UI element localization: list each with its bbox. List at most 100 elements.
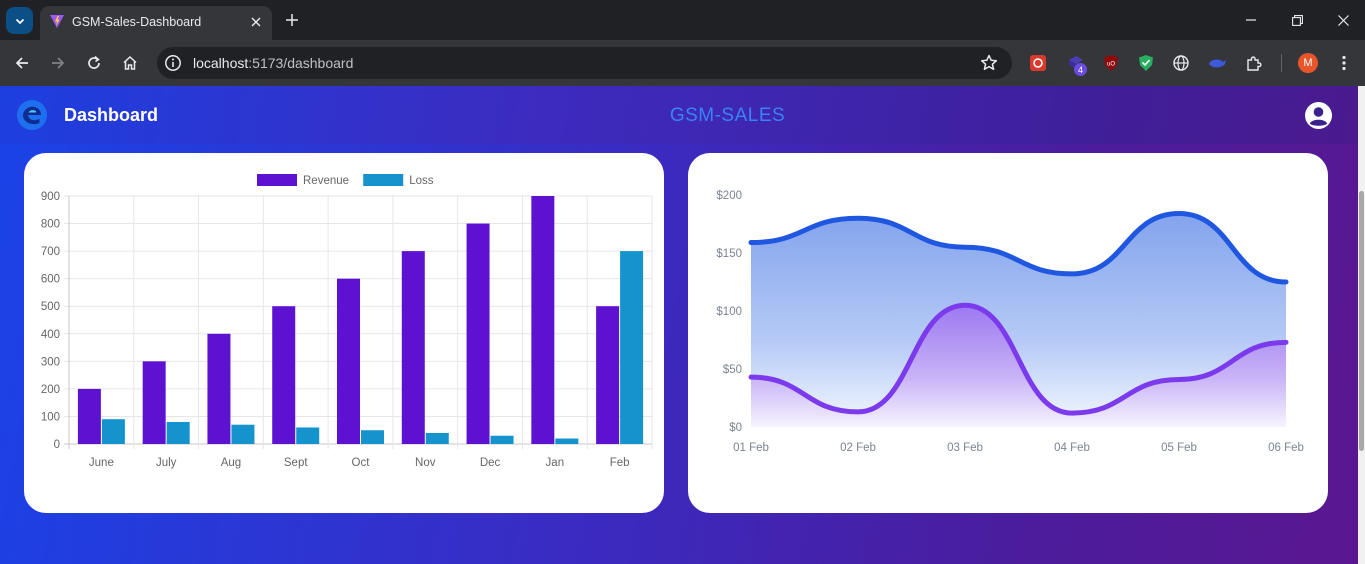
profile-avatar[interactable]: M	[1298, 53, 1318, 73]
bar-revenue	[466, 223, 490, 444]
forward-button[interactable]	[46, 51, 70, 75]
minimize-window-button[interactable]	[1238, 8, 1264, 32]
bar-revenue	[142, 361, 166, 444]
shield-icon[interactable]	[1136, 53, 1156, 73]
browser-tab[interactable]: GSM-Sales-Dashboard	[40, 6, 272, 40]
restore-window-button[interactable]	[1284, 8, 1310, 32]
x-tick-label: 01 Feb	[733, 442, 769, 454]
url-text[interactable]: localhost:5173/dashboard	[193, 55, 353, 71]
x-tick-label: Aug	[221, 457, 241, 469]
extensions-puzzle-icon[interactable]	[1244, 53, 1264, 73]
y-tick-label: 500	[41, 301, 60, 313]
y-tick-label: 400	[41, 329, 60, 341]
x-tick-label: 04 Feb	[1054, 442, 1090, 454]
bar-revenue	[337, 278, 360, 444]
globe-icon[interactable]	[1171, 53, 1191, 73]
y-tick-label: 600	[41, 274, 60, 286]
tab-title: GSM-Sales-Dashboard	[72, 15, 202, 29]
sales-area-chart: $0 $50 $100 $150 $200 01 Feb 02 Feb 03 Feb 04 Fe…	[716, 190, 1304, 454]
close-tab-icon[interactable]	[246, 12, 266, 32]
browser-menu-icon[interactable]	[1336, 53, 1352, 73]
bar-revenue	[531, 196, 555, 444]
info-icon[interactable]	[164, 54, 182, 72]
x-tick-label: July	[156, 457, 177, 469]
x-tick-label: June	[89, 457, 114, 469]
reload-button[interactable]	[82, 51, 106, 75]
x-tick-label: Jan	[546, 457, 565, 469]
scrollbar-thumb[interactable]	[1359, 191, 1364, 451]
back-button[interactable]	[10, 51, 34, 75]
home-icon	[123, 55, 137, 70]
bookmark-star-icon[interactable]	[979, 53, 999, 73]
legend-label-revenue: Revenue	[303, 175, 349, 187]
bar-chart-card: 0 100 200 300 400 500 600 700 800 900 June July Aug S…	[24, 153, 664, 513]
y-tick-label: 800	[41, 219, 60, 231]
x-tick-label: 06 Feb	[1268, 442, 1304, 454]
bar-loss	[620, 251, 644, 444]
close-window-button[interactable]	[1330, 8, 1356, 32]
toolbar-separator	[1281, 54, 1282, 72]
y-tick-label: 700	[41, 246, 60, 258]
bar-revenue	[401, 251, 425, 444]
tab-search-button[interactable]	[6, 7, 33, 34]
bar-revenue	[77, 388, 101, 444]
y-tick-label: 300	[41, 356, 60, 368]
page-scrollbar[interactable]	[1358, 86, 1365, 564]
close-icon	[1337, 14, 1349, 26]
svg-text:uO: uO	[1107, 62, 1115, 68]
minimize-icon	[1246, 19, 1256, 21]
y-tick-label: 200	[41, 384, 60, 396]
reload-icon	[88, 55, 100, 69]
x-tick-label: 05 Feb	[1161, 442, 1197, 454]
chevron-down-icon	[15, 18, 24, 24]
y-tick-label: $150	[716, 248, 742, 260]
legend-swatch-loss	[363, 174, 404, 186]
x-tick-label: Feb	[610, 457, 630, 469]
account-circle-icon[interactable]	[1305, 102, 1332, 129]
extension-red-icon[interactable]	[1028, 53, 1048, 73]
bar-loss	[101, 419, 125, 444]
plus-icon	[286, 14, 298, 26]
bar-loss	[296, 427, 320, 444]
y-tick-label: 0	[54, 439, 60, 451]
x-tick-label: 03 Feb	[947, 442, 983, 454]
browser-toolbar: localhost:5173/dashboard 4 uO M	[0, 40, 1365, 86]
y-tick-label: 100	[41, 411, 60, 423]
vite-logo-icon	[50, 15, 64, 28]
bar-loss	[555, 438, 579, 444]
arrow-left-icon	[15, 57, 28, 69]
bar-loss	[490, 435, 514, 444]
bar-loss	[166, 421, 190, 444]
brand-name: GSM-SALES	[669, 105, 786, 126]
x-tick-label: Nov	[415, 457, 436, 469]
extension-badge: 4	[1074, 63, 1087, 76]
area-chart-card: $0 $50 $100 $150 $200 01 Feb 02 Feb 03 Feb 04 Fe…	[688, 153, 1328, 513]
arrow-right-icon	[52, 57, 65, 69]
bar-loss	[425, 432, 449, 444]
bar-revenue	[596, 306, 620, 444]
x-tick-label: Oct	[352, 457, 371, 469]
whale-extension-icon[interactable]	[1207, 53, 1227, 73]
browser-tab-bar: GSM-Sales-Dashboard	[0, 0, 1365, 40]
extension-puzzle-badge-icon[interactable]: 4	[1066, 53, 1087, 76]
y-tick-label: 900	[41, 191, 60, 203]
x-tick-label: Dec	[480, 457, 501, 469]
home-button[interactable]	[118, 51, 142, 75]
ublock-icon[interactable]: uO	[1101, 53, 1121, 73]
bar-revenue	[272, 306, 296, 444]
y-tick-label: $0	[729, 422, 742, 434]
app-header: Dashboard GSM-SALES	[0, 86, 1358, 144]
new-tab-button[interactable]	[281, 9, 303, 31]
y-tick-label: $200	[716, 190, 742, 202]
revenue-loss-bar-chart: 0 100 200 300 400 500 600 700 800 900 June July Aug S…	[41, 174, 653, 469]
address-bar[interactable]: localhost:5173/dashboard	[157, 47, 1012, 79]
legend-label-loss: Loss	[409, 175, 434, 187]
bar-loss	[361, 430, 384, 444]
y-tick-label: $100	[716, 306, 742, 318]
bar-loss	[231, 424, 255, 444]
x-tick-label: 02 Feb	[840, 442, 876, 454]
x-tick-label: Sept	[284, 457, 308, 469]
page: Dashboard GSM-SALES 0 100 200 300 400 500 600 7…	[0, 86, 1358, 564]
legend-swatch-revenue	[257, 174, 297, 186]
restore-icon	[1291, 14, 1303, 26]
